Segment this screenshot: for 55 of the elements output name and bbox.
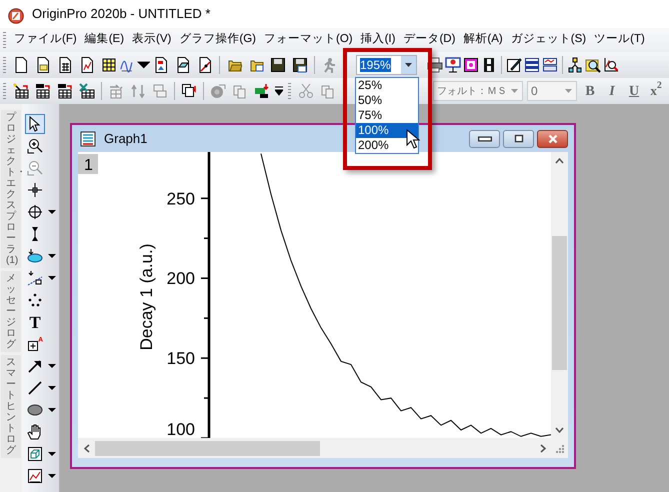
menu-item[interactable]: 表示(V) xyxy=(128,31,176,49)
zoom-in-icon[interactable] xyxy=(25,136,45,156)
caret-icon[interactable] xyxy=(48,253,56,259)
superscript-button[interactable]: x$^{2}$ xyxy=(647,81,665,101)
zoom-option[interactable]: 50% xyxy=(356,93,418,108)
menu-item[interactable]: 挿入(I) xyxy=(356,31,400,49)
side-panel-tab[interactable]: メッセージログ xyxy=(1,271,21,352)
menu-item[interactable]: ツール(T) xyxy=(590,31,649,49)
close-icon xyxy=(546,132,560,146)
text-tool[interactable]: T xyxy=(25,312,45,332)
axis-tick-label: 250 xyxy=(166,189,195,208)
zoom-combo[interactable]: 195% xyxy=(356,55,417,75)
menu-item[interactable]: グラフ操作(G) xyxy=(175,31,260,49)
app-logo-icon xyxy=(8,6,24,22)
caret-icon[interactable] xyxy=(48,275,56,281)
scrollbar-thumb[interactable] xyxy=(552,236,567,370)
minimize-button[interactable] xyxy=(469,130,500,148)
caret-icon[interactable] xyxy=(48,363,56,369)
window-title: Graph1 xyxy=(104,130,148,148)
caret-icon[interactable] xyxy=(48,473,56,479)
close-button[interactable] xyxy=(537,130,568,148)
caret-icon[interactable] xyxy=(48,407,56,413)
axis-tick-label: 100 xyxy=(166,420,195,438)
dashed-line-icon[interactable] xyxy=(25,268,45,288)
pointer-icon[interactable] xyxy=(25,114,45,134)
axis-tick-label: 200 xyxy=(166,269,195,288)
zoom-option[interactable]: 25% xyxy=(356,78,418,93)
menu-item[interactable]: フォーマット(O) xyxy=(260,31,357,49)
menu-item[interactable]: データ(D) xyxy=(399,31,460,49)
underline-button[interactable]: U xyxy=(625,81,643,101)
dropdown-arrow-icon[interactable] xyxy=(405,63,412,67)
caret-icon[interactable] xyxy=(48,451,56,457)
cube-icon[interactable] xyxy=(25,444,45,464)
zoom-option[interactable]: 100% xyxy=(356,123,418,138)
bold-button[interactable]: B xyxy=(581,81,599,101)
zoom-option[interactable]: 75% xyxy=(356,108,418,123)
menu-item[interactable]: 解析(A) xyxy=(459,31,507,49)
window-title: OriginPro 2020b - UNTITLED * xyxy=(32,5,210,24)
target-icon[interactable] xyxy=(25,202,45,222)
italic-button[interactable]: I xyxy=(603,81,621,101)
menu-item[interactable]: ガジェット(S) xyxy=(506,31,590,49)
side-panel-tab[interactable]: スマートヒントログ xyxy=(1,355,21,458)
menu-item[interactable]: ファイル(F) xyxy=(10,31,81,49)
caret-icon[interactable] xyxy=(48,385,56,391)
side-panel-tab[interactable]: プロジェクト・エクスプローラ(1) xyxy=(1,110,21,268)
scrollbar-thumb[interactable] xyxy=(95,440,320,456)
axis-title: Decay 1 (a.u.) xyxy=(137,244,156,350)
axis-tick-label: 150 xyxy=(166,349,195,368)
maximize-button[interactable] xyxy=(503,130,534,148)
layer-number-badge[interactable]: 1 xyxy=(78,154,98,174)
graph-window-icon xyxy=(80,130,96,146)
menu-item[interactable]: 編集(E) xyxy=(80,31,128,49)
chart-icon[interactable] xyxy=(25,466,45,486)
crosshair-icon[interactable] xyxy=(25,180,45,200)
caret-icon[interactable] xyxy=(48,209,56,215)
